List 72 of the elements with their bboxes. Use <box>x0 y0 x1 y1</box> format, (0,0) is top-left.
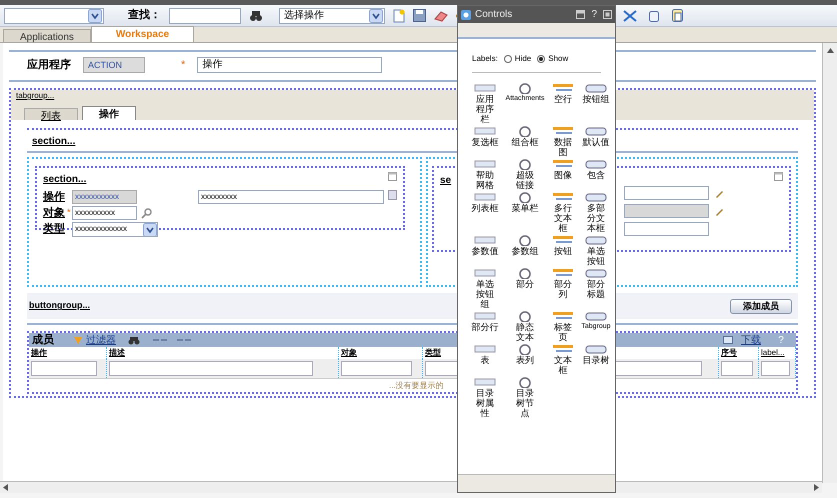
section-label: se <box>440 174 452 188</box>
palette-item[interactable]: 帮助网格 <box>470 159 500 190</box>
palette-item[interactable]: 图像 <box>550 159 576 190</box>
palette-item[interactable]: 应用程序栏 <box>470 83 500 124</box>
section-label: section... <box>31 135 76 149</box>
field-label: 类型 <box>43 222 66 237</box>
palette-item[interactable]: 目录树节点 <box>503 377 547 418</box>
palette-item[interactable]: 菜单栏 <box>503 192 547 233</box>
add-member-button[interactable]: 添加成员 <box>730 298 792 314</box>
palette-item[interactable]: 部分 <box>503 268 547 309</box>
column-header: label... <box>761 348 785 357</box>
palette-item[interactable]: 部分列 <box>550 268 576 309</box>
dropdown-value: xxxxxxxxxxxxx <box>75 223 127 235</box>
palette-item[interactable]: 参数值 <box>470 235 500 266</box>
palette-item[interactable]: 按钮 <box>550 235 576 266</box>
palette-item[interactable]: 数据图 <box>550 126 576 157</box>
palette-item[interactable]: 包含 <box>579 159 613 190</box>
tabgroup-label: tabgroup... <box>16 90 54 102</box>
palette-item[interactable]: 多部分文本框 <box>579 192 613 233</box>
dropdown[interactable]: xxxxxxxxxxxxx <box>72 222 158 236</box>
name-field[interactable]: 操作 <box>197 57 382 73</box>
palette-item[interactable]: 单选按钮 <box>579 235 613 266</box>
column-header: 对象 <box>341 348 357 357</box>
palette-item[interactable]: 多行文本框 <box>550 192 576 233</box>
tab[interactable]: Applications <box>3 29 91 42</box>
field-label: 操作 <box>43 190 66 205</box>
palette-title: Controls <box>475 8 512 22</box>
table-title: 成员 <box>32 332 54 348</box>
dropdown-value: 选择操作 <box>284 8 324 23</box>
palette-item[interactable]: 空行 <box>550 83 576 124</box>
palette-item[interactable]: 表 <box>470 344 500 375</box>
input-field[interactable]: xxxxxxxxx <box>198 190 384 204</box>
field-label: 对象 <box>43 206 66 221</box>
palette-item[interactable]: 按钮组 <box>579 83 613 124</box>
palette-item[interactable]: 单选按钮组 <box>470 268 500 309</box>
radio-option[interactable]: Show <box>537 53 568 65</box>
labels-caption: Labels: <box>472 53 498 65</box>
palette-item[interactable]: 复选框 <box>470 126 500 157</box>
palette-item[interactable]: 目录树属性 <box>470 377 500 418</box>
required-marker: * <box>181 58 186 73</box>
palette-item[interactable]: 静态文本 <box>503 311 547 342</box>
input-field[interactable]: xxxxxxxxxx <box>72 206 137 220</box>
tab[interactable]: 操作 <box>82 106 136 120</box>
palette-item[interactable]: 文本框 <box>550 344 576 375</box>
column-header: 序号 <box>721 348 737 357</box>
palette-item[interactable]: 参数组 <box>503 235 547 266</box>
buttongroup-label: buttongroup... <box>29 299 90 312</box>
search-label: 查找： <box>128 8 161 24</box>
download-link[interactable]: 下载 <box>741 332 761 348</box>
palette-item[interactable]: 表列 <box>503 344 547 375</box>
readonly-field: ACTION <box>83 57 145 73</box>
palette-item[interactable]: 部分标题 <box>579 268 613 309</box>
palette-item[interactable]: 默认值 <box>579 126 613 157</box>
radio-option[interactable]: Hide <box>504 53 532 65</box>
palette-item[interactable]: 组合框 <box>503 126 547 157</box>
palette-item[interactable]: 列表框 <box>470 192 500 233</box>
palette-item[interactable]: 超级链接 <box>503 159 547 190</box>
column-header: 描述 <box>109 348 125 357</box>
column-header: 操作 <box>31 348 47 357</box>
palette-item[interactable]: 部分行 <box>470 311 500 342</box>
filter-link[interactable]: 过滤器 <box>86 332 116 348</box>
readonly-field: xxxxxxxxxxx <box>72 190 137 204</box>
action-dropdown[interactable]: 选择操作 <box>279 8 385 24</box>
empty-message: ...没有要显示的 <box>389 381 444 390</box>
palette-item[interactable]: 标签页 <box>550 311 576 342</box>
tab[interactable]: 列表 <box>24 108 78 120</box>
required-marker: * <box>67 206 71 220</box>
column-header: 类型 <box>425 348 441 357</box>
palette-item[interactable]: 目录树 <box>579 344 613 375</box>
help-button[interactable]: ? <box>591 7 597 22</box>
field-label: 应用程序 <box>27 58 71 73</box>
section-label: section... <box>43 173 86 187</box>
